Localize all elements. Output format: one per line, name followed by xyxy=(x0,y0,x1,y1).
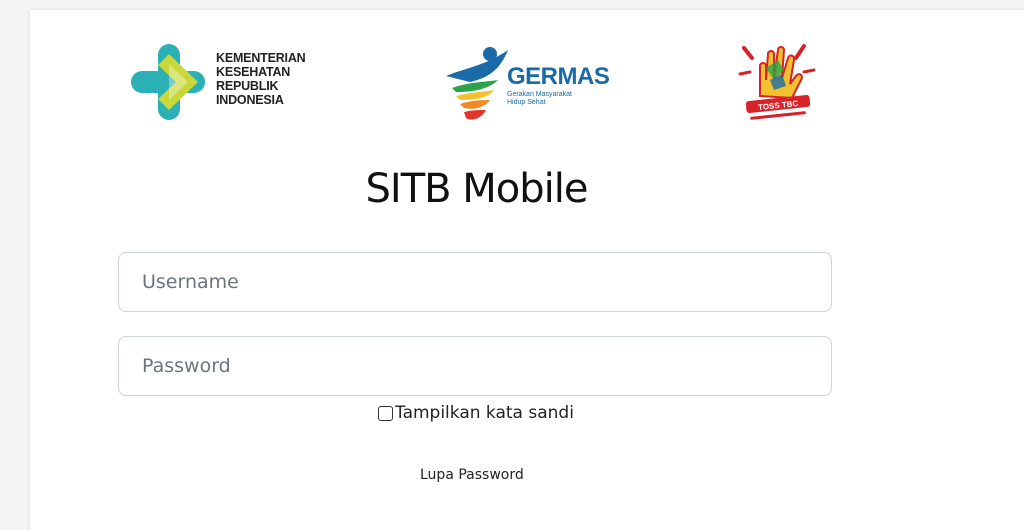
page-title: SITB Mobile xyxy=(365,166,589,212)
password-input[interactable] xyxy=(118,336,832,396)
show-password-toggle[interactable]: Tampilkan kata sandi xyxy=(378,403,574,423)
germas-tagline-line-1: Gerakan Masyarakat xyxy=(507,91,572,98)
username-input[interactable] xyxy=(118,252,832,312)
germas-tagline-line-2: Hidup Sehat xyxy=(507,99,546,106)
germas-tagline: Gerakan Masyarakat Hidup Sehat xyxy=(507,91,572,107)
kemenkes-wordmark: KEMENTERIAN KESEHATAN REPUBLIK INDONESIA xyxy=(216,51,306,107)
show-password-label: Tampilkan kata sandi xyxy=(395,403,574,423)
germas-wordmark: GERMAS xyxy=(507,63,610,90)
forgot-password-link[interactable]: Lupa Password xyxy=(420,467,524,483)
show-password-checkbox[interactable] xyxy=(378,405,393,421)
kemenkes-line-2: KESEHATAN xyxy=(216,65,291,79)
toss-tbc-logo: TOSS TBC xyxy=(738,44,816,120)
kemenkes-line-3: REPUBLIK xyxy=(216,79,279,93)
kemenkes-line-4: INDONESIA xyxy=(216,93,284,107)
kemenkes-line-1: KEMENTERIAN xyxy=(216,51,306,65)
